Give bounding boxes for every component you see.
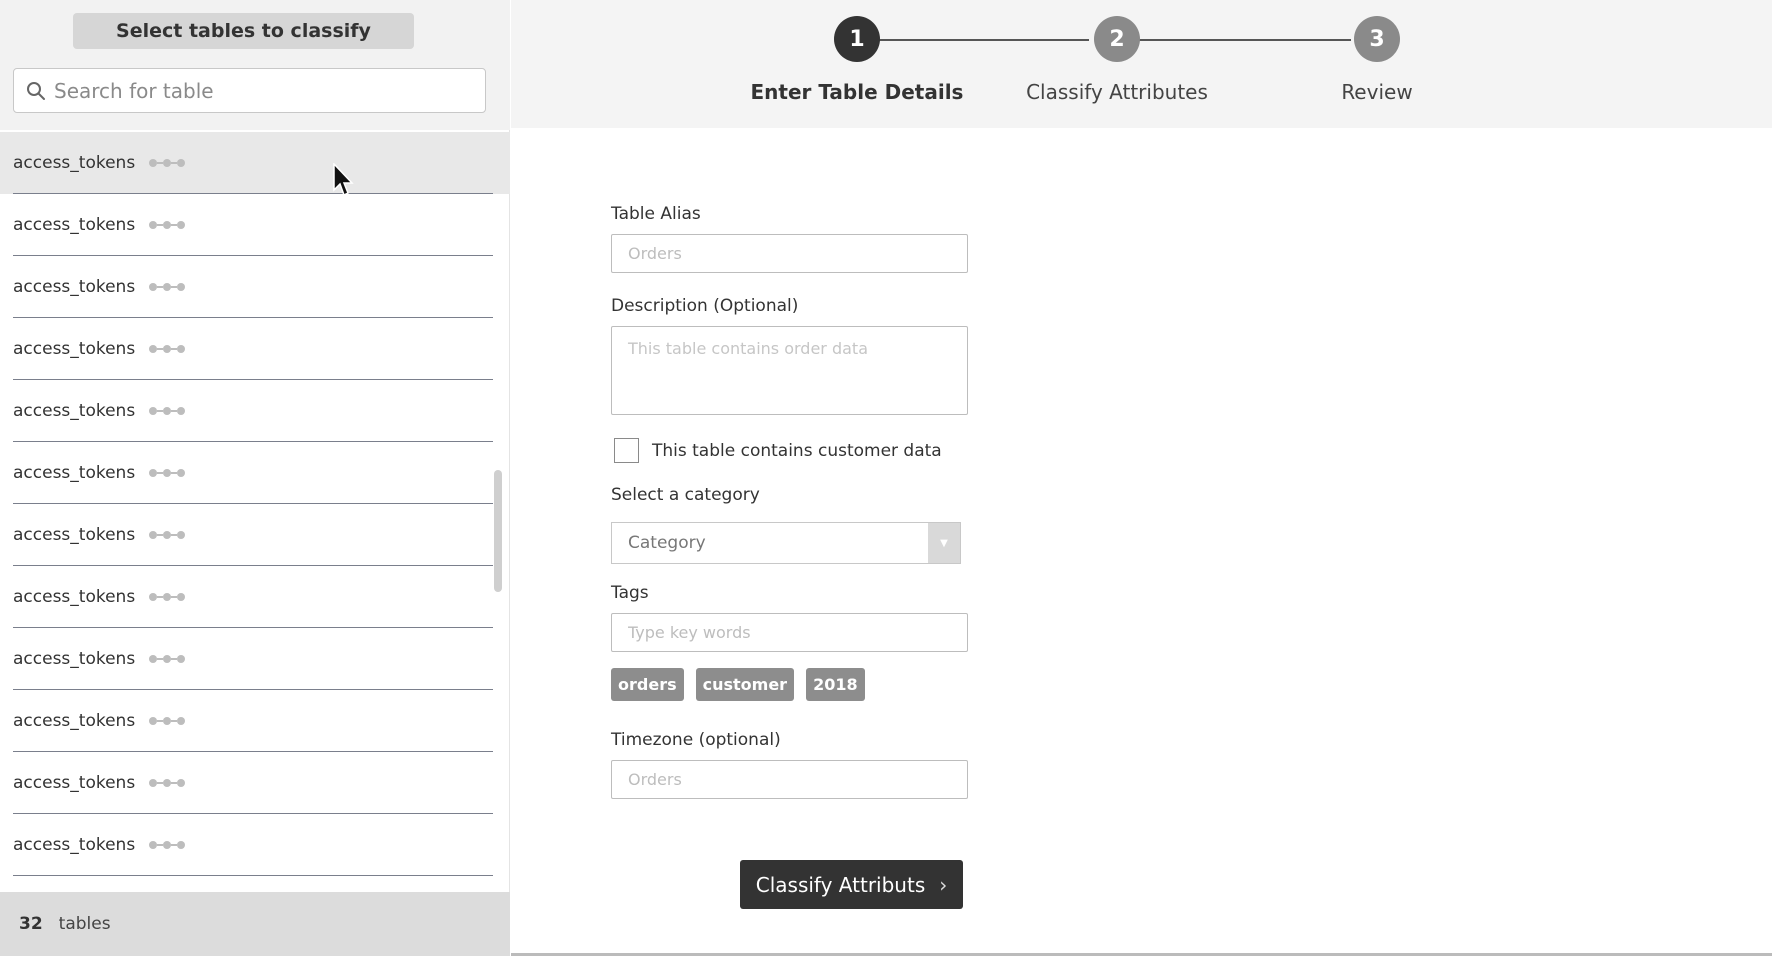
- table-row[interactable]: access_tokens: [0, 504, 510, 566]
- table-alias-input[interactable]: [611, 234, 968, 273]
- table-count-label: tables: [58, 914, 111, 934]
- table-row-name: access_tokens: [13, 463, 136, 483]
- table-row-name: access_tokens: [13, 587, 136, 607]
- timezone-label: Timezone (optional): [611, 730, 781, 750]
- table-row[interactable]: access_tokens: [0, 256, 510, 318]
- search-icon: [27, 81, 45, 100]
- more-options-icon[interactable]: [149, 469, 186, 477]
- chevron-down-icon[interactable]: ▼: [928, 523, 960, 563]
- more-options-icon[interactable]: [149, 159, 186, 167]
- customer-data-label: This table contains customer data: [652, 440, 942, 461]
- classify-attributes-button[interactable]: Classify Attributs ›: [740, 860, 963, 909]
- table-row-name: access_tokens: [13, 773, 136, 793]
- table-row[interactable]: access_tokens: [0, 690, 510, 752]
- more-options-icon[interactable]: [149, 593, 186, 601]
- chevron-right-icon: ›: [939, 872, 948, 897]
- step-connector: [857, 39, 1089, 41]
- table-row-name: access_tokens: [13, 339, 136, 359]
- tag-chip[interactable]: orders: [611, 668, 684, 701]
- more-options-icon[interactable]: [149, 531, 186, 539]
- table-row[interactable]: access_tokens: [0, 380, 510, 442]
- category-select[interactable]: Category ▼: [611, 522, 961, 564]
- mouse-cursor-icon: [333, 163, 354, 197]
- more-options-icon[interactable]: [149, 655, 186, 663]
- table-row[interactable]: access_tokens: [0, 442, 510, 504]
- table-row[interactable]: access_tokens: [0, 814, 510, 876]
- table-row[interactable]: access_tokens: [0, 566, 510, 628]
- table-row-name: access_tokens: [13, 835, 136, 855]
- category-value: Category: [628, 533, 706, 553]
- list-scrollbar[interactable]: [494, 470, 502, 592]
- more-options-icon[interactable]: [149, 717, 186, 725]
- tags-input[interactable]: [611, 613, 968, 652]
- select-tables-title: Select tables to classify: [73, 13, 414, 49]
- tags-label: Tags: [611, 583, 649, 603]
- table-row-name: access_tokens: [13, 277, 136, 297]
- table-list: access_tokens access_tokens access_tokens a…: [0, 132, 510, 892]
- tag-list: orders customer 2018: [611, 668, 877, 701]
- search-input[interactable]: [54, 78, 454, 103]
- sidebar-footer: 32 tables: [0, 892, 510, 956]
- step-connector: [1117, 39, 1351, 41]
- classify-attributes-label: Classify Attributs: [755, 872, 926, 897]
- stepper: 1 2 3 Enter Table Details Classify Attri…: [511, 0, 1772, 128]
- tag-chip[interactable]: customer: [695, 668, 795, 701]
- more-options-icon[interactable]: [149, 407, 186, 415]
- table-row[interactable]: access_tokens: [0, 194, 510, 256]
- customer-data-checkbox[interactable]: [614, 438, 639, 463]
- table-row[interactable]: access_tokens: [0, 132, 510, 194]
- step-2-circle[interactable]: 2: [1094, 16, 1140, 62]
- step-1-label[interactable]: Enter Table Details: [727, 80, 987, 104]
- more-options-icon[interactable]: [149, 841, 186, 849]
- table-row[interactable]: access_tokens: [0, 752, 510, 814]
- table-row-name: access_tokens: [13, 401, 136, 421]
- step-3-label[interactable]: Review: [1247, 80, 1507, 104]
- description-label: Description (Optional): [611, 296, 799, 316]
- table-alias-label: Table Alias: [611, 204, 701, 224]
- search-box[interactable]: [13, 68, 486, 113]
- more-options-icon[interactable]: [149, 221, 186, 229]
- table-row[interactable]: access_tokens: [0, 628, 510, 690]
- table-row-name: access_tokens: [13, 711, 136, 731]
- table-row-name: access_tokens: [13, 153, 136, 173]
- row-divider: [13, 875, 493, 876]
- more-options-icon[interactable]: [149, 345, 186, 353]
- more-options-icon[interactable]: [149, 779, 186, 787]
- table-row-name: access_tokens: [13, 215, 136, 235]
- step-3-circle[interactable]: 3: [1354, 16, 1400, 62]
- table-count: 32: [19, 914, 43, 934]
- table-sidebar: Select tables to classify access_tokensa…: [0, 0, 510, 956]
- step-1-circle[interactable]: 1: [834, 16, 880, 62]
- timezone-input[interactable]: [611, 760, 968, 799]
- sidebar-header: Select tables to classify: [0, 0, 510, 130]
- customer-data-row[interactable]: This table contains customer data: [614, 438, 942, 463]
- description-input[interactable]: [611, 326, 968, 415]
- table-row-name: access_tokens: [13, 649, 136, 669]
- tag-chip[interactable]: 2018: [806, 668, 865, 701]
- table-row-name: access_tokens: [13, 525, 136, 545]
- category-label: Select a category: [611, 485, 760, 505]
- step-2-label[interactable]: Classify Attributes: [987, 80, 1247, 104]
- table-row[interactable]: access_tokens: [0, 318, 510, 380]
- more-options-icon[interactable]: [149, 283, 186, 291]
